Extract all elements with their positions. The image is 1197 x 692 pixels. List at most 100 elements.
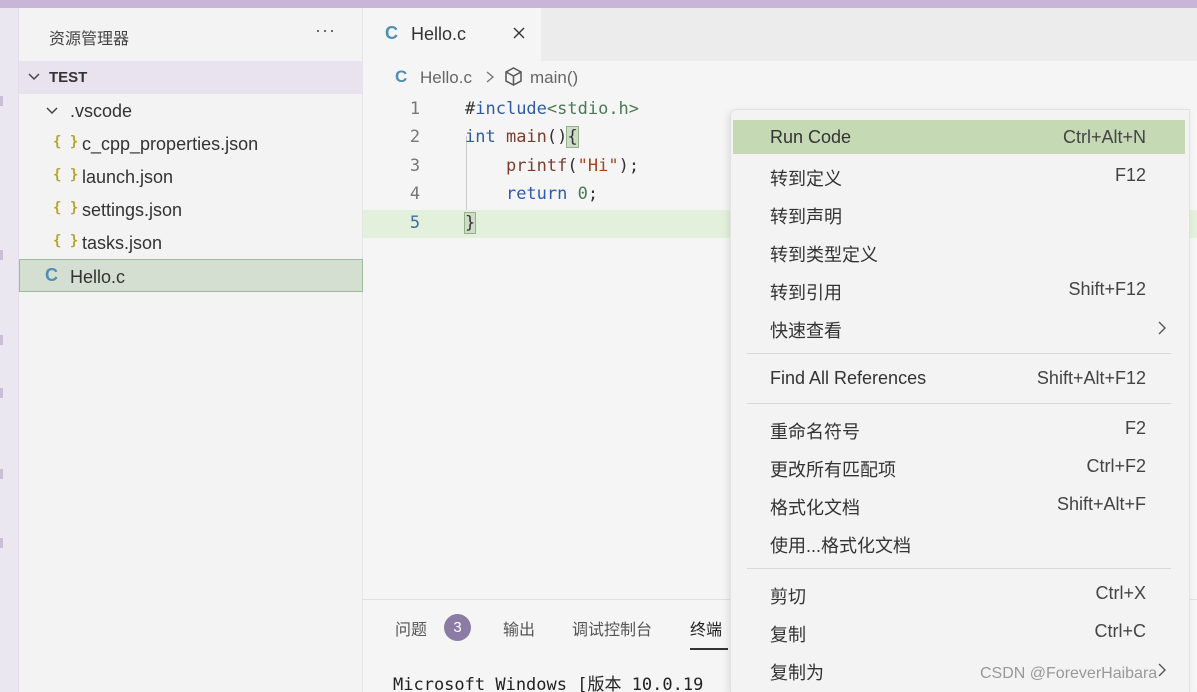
tab-debug-console[interactable]: 调试控制台 — [572, 616, 652, 640]
menu-item-label: 转到定义 — [770, 169, 842, 189]
activity-bar-indicator — [0, 469, 3, 479]
menu-item-go-to-declaration[interactable]: 转到声明 — [733, 196, 1185, 230]
line-number: 5 — [409, 213, 421, 233]
menu-item-shortcut: Ctrl+C — [1094, 621, 1146, 641]
menu-separator — [747, 403, 1171, 404]
code-text: #include<stdio.h> — [465, 99, 640, 119]
menu-item-label: 转到类型定义 — [770, 245, 878, 265]
json-file-icon: { } — [53, 167, 79, 183]
menu-item-shortcut: Shift+F12 — [1068, 279, 1146, 299]
activity-bar-indicator — [0, 96, 3, 106]
activity-bar-indicator — [0, 388, 3, 398]
chevron-down-icon — [46, 107, 58, 115]
menu-item-run-code[interactable]: Run Code Ctrl+Alt+N — [733, 120, 1185, 154]
workspace-name: TEST — [49, 69, 88, 86]
menu-item-shortcut: Shift+Alt+F — [1056, 494, 1146, 514]
menu-item-shortcut: Ctrl+F2 — [1086, 456, 1146, 476]
watermark: CSDN @ForeverHaibara — [980, 665, 1158, 682]
tab-label: Hello.c — [411, 24, 467, 44]
menu-item-label: 剪切 — [770, 587, 806, 607]
menu-item-label: 复制 — [770, 625, 806, 645]
menu-item-cut[interactable]: 剪切 Ctrl+X — [733, 576, 1185, 610]
menu-item-go-to-definition[interactable]: 转到定义 F12 — [733, 158, 1185, 192]
json-file-icon: { } — [53, 200, 79, 216]
tree-item-c-cpp-properties[interactable]: { } c_cpp_properties.json — [19, 127, 363, 160]
menu-item-shortcut: Ctrl+X — [1095, 583, 1146, 603]
breadcrumb: C Hello.c main() — [363, 64, 1197, 92]
c-file-icon: C — [45, 265, 58, 285]
menu-item-label: 重命名符号 — [770, 422, 860, 442]
menu-item-label: 转到引用 — [770, 283, 842, 303]
menu-item-label: 格式化文档 — [770, 498, 860, 518]
terminal-output: Microsoft Windows [版本 10.0.19 — [393, 675, 704, 692]
menu-separator — [747, 568, 1171, 569]
close-icon[interactable] — [512, 26, 526, 40]
code-text: } — [463, 212, 477, 234]
tree-item-label: Hello.c — [70, 267, 126, 287]
menu-item-label: Run Code — [770, 127, 852, 147]
menu-item-label: 转到声明 — [770, 207, 842, 227]
code-text: int main(){ — [465, 126, 579, 148]
code-text: printf("Hi"); — [505, 156, 640, 176]
menu-item-change-all-occurrences[interactable]: 更改所有匹配项 Ctrl+F2 — [733, 449, 1185, 483]
tree-item-label: tasks.json — [82, 233, 163, 253]
menu-item-copy[interactable]: 复制 Ctrl+C — [733, 614, 1185, 648]
editor-context-menu: Run Code Ctrl+Alt+N 转到定义 F12 转到声明 转到类型定义… — [731, 110, 1189, 692]
tree-item-settings-json[interactable]: { } settings.json — [19, 193, 363, 226]
submenu-chevron-icon — [1158, 321, 1166, 335]
tree-item-label: launch.json — [82, 167, 174, 187]
menu-item-find-all-references[interactable]: Find All References Shift+Alt+F12 — [733, 361, 1185, 395]
menu-item-label: 快速查看 — [770, 321, 842, 341]
menu-item-shortcut: Shift+Alt+F12 — [1036, 368, 1146, 388]
explorer-sidebar: 资源管理器 ··· TEST .vscode { } c_cpp_propert… — [19, 8, 363, 692]
c-file-icon: C — [395, 67, 408, 86]
menu-item-label: 使用...格式化文档 — [770, 536, 912, 556]
c-file-icon: C — [385, 23, 398, 43]
window-top-strip — [0, 0, 1197, 8]
tree-item-tasks-json[interactable]: { } tasks.json — [19, 226, 363, 259]
more-actions-icon[interactable]: ··· — [315, 20, 336, 41]
menu-item-go-to-type-definition[interactable]: 转到类型定义 — [733, 234, 1185, 268]
activity-bar — [0, 8, 19, 692]
tab-hello-c[interactable]: C Hello.c — [363, 8, 541, 61]
menu-item-go-to-references[interactable]: 转到引用 Shift+F12 — [733, 272, 1185, 306]
line-number: 3 — [409, 156, 421, 176]
line-number: 1 — [409, 99, 421, 119]
tree-item-launch-json[interactable]: { } launch.json — [19, 160, 363, 193]
activity-bar-indicator — [0, 250, 3, 260]
breadcrumb-file[interactable]: Hello.c — [420, 68, 472, 88]
problems-count-badge: 3 — [444, 614, 471, 641]
menu-item-format-document-with[interactable]: 使用...格式化文档 — [733, 525, 1185, 559]
json-file-icon: { } — [53, 134, 79, 150]
tree-item-hello-c[interactable]: C Hello.c — [19, 259, 363, 292]
explorer-title: 资源管理器 — [49, 31, 130, 48]
menu-item-shortcut: F2 — [1124, 418, 1146, 438]
line-number: 4 — [409, 184, 421, 204]
breadcrumb-symbol[interactable]: main() — [530, 68, 578, 88]
method-symbol-icon — [505, 67, 522, 86]
editor-tabbar: C Hello.c — [363, 8, 1197, 61]
active-tab-indicator — [690, 648, 728, 650]
menu-item-label: 更改所有匹配项 — [770, 460, 896, 480]
code-text: return 0; — [505, 184, 599, 204]
tree-item-label: settings.json — [82, 200, 183, 220]
chevron-right-icon — [486, 71, 495, 83]
workspace-section-header[interactable]: TEST — [19, 61, 363, 94]
tab-problems[interactable]: 问题 — [395, 616, 427, 640]
tree-item-label: c_cpp_properties.json — [82, 134, 259, 154]
menu-separator — [747, 353, 1171, 354]
menu-item-shortcut: Ctrl+Alt+N — [1062, 127, 1146, 147]
menu-item-label: Find All References — [770, 368, 927, 388]
menu-item-label: 复制为 — [770, 663, 824, 683]
activity-bar-indicator — [0, 335, 3, 345]
chevron-down-icon — [28, 73, 40, 81]
tree-item-label: .vscode — [70, 101, 133, 121]
menu-item-rename-symbol[interactable]: 重命名符号 F2 — [733, 411, 1185, 445]
tree-item-vscode-folder[interactable]: .vscode — [19, 94, 363, 127]
tab-output[interactable]: 输出 — [503, 616, 535, 640]
explorer-header: 资源管理器 ··· — [19, 8, 363, 61]
tab-terminal[interactable]: 终端 — [690, 616, 722, 640]
menu-item-format-document[interactable]: 格式化文档 Shift+Alt+F — [733, 487, 1185, 521]
menu-item-peek[interactable]: 快速查看 — [733, 310, 1185, 344]
submenu-chevron-icon — [1158, 663, 1166, 677]
